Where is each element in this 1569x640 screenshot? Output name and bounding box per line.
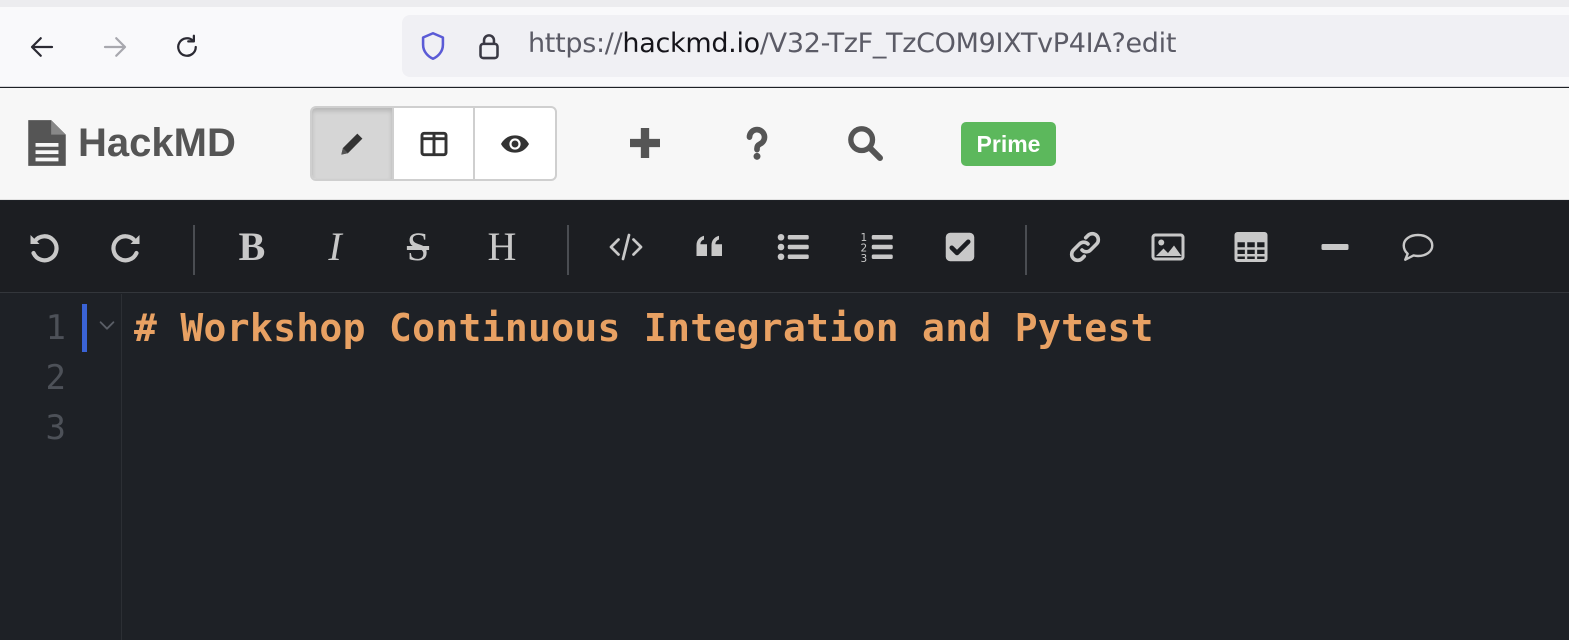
- app-header: HackMD Prime: [0, 88, 1569, 200]
- minus-icon: [1321, 244, 1349, 250]
- link-icon: [1069, 231, 1101, 263]
- heading-button[interactable]: H: [480, 225, 524, 269]
- undo-icon: [30, 234, 59, 263]
- browser-tabstrip: [0, 0, 1569, 7]
- file-icon: [28, 120, 66, 166]
- line-number: 3: [45, 408, 66, 448]
- help-icon: [746, 126, 768, 160]
- link-button[interactable]: [1063, 225, 1107, 269]
- new-note-button[interactable]: [620, 118, 670, 168]
- bold-icon: B: [238, 224, 266, 269]
- browser-navbar: https://hackmd.io/V32-TzF_TzCOM9IXTvP4IA…: [0, 7, 1569, 87]
- url-host: hackmd.io: [622, 28, 760, 59]
- lock-icon[interactable]: [472, 29, 506, 63]
- list-ul-icon: [777, 233, 809, 261]
- url-text[interactable]: https://hackmd.io/V32-TzF_TzCOM9IXTvP4IA…: [528, 28, 1176, 59]
- image-icon: [1151, 233, 1185, 261]
- edit-mode-button[interactable]: [312, 108, 394, 179]
- fold-chevron-icon[interactable]: [96, 314, 118, 336]
- toolbar-divider: [567, 225, 569, 275]
- numbered-list-button[interactable]: 123: [855, 225, 899, 269]
- code-button[interactable]: [604, 225, 648, 269]
- search-icon: [848, 126, 883, 161]
- view-mode-toggle: [310, 106, 557, 181]
- back-arrow-icon: [30, 37, 54, 57]
- svg-text:3: 3: [861, 253, 868, 265]
- help-button[interactable]: [732, 118, 782, 168]
- redo-button[interactable]: [104, 225, 148, 269]
- strikethrough-button[interactable]: S: [396, 225, 440, 269]
- italic-icon: I: [328, 224, 342, 269]
- horizontal-rule-button[interactable]: [1313, 225, 1357, 269]
- quote-icon: [696, 235, 722, 256]
- url-bar[interactable]: https://hackmd.io/V32-TzF_TzCOM9IXTvP4IA…: [402, 15, 1569, 77]
- comment-icon: [1402, 233, 1434, 261]
- bulleted-list-button[interactable]: [771, 225, 815, 269]
- list-ol-icon: 123: [861, 232, 893, 265]
- url-scheme: https://: [528, 28, 623, 59]
- url-path: /V32-TzF_TzCOM9IXTvP4IA?edit: [759, 28, 1177, 59]
- quote-button[interactable]: [688, 225, 732, 269]
- heading-icon: H: [487, 224, 517, 269]
- pencil-icon: [341, 133, 363, 155]
- shield-icon[interactable]: [416, 29, 450, 63]
- plus-icon: [630, 128, 660, 158]
- code-icon: [609, 233, 643, 261]
- line-number: 2: [45, 358, 66, 398]
- undo-button[interactable]: [22, 225, 66, 269]
- strikethrough-icon: S: [406, 224, 430, 269]
- comment-button[interactable]: [1396, 225, 1440, 269]
- eye-icon: [501, 134, 530, 153]
- view-mode-button[interactable]: [475, 108, 555, 179]
- checkbox-icon: [945, 232, 975, 262]
- split-mode-button[interactable]: [394, 108, 476, 179]
- search-button[interactable]: [840, 118, 890, 168]
- back-button[interactable]: [22, 27, 62, 67]
- columns-icon: [420, 131, 447, 156]
- table-button[interactable]: [1229, 225, 1273, 269]
- bold-button[interactable]: B: [230, 225, 274, 269]
- reload-icon: [177, 34, 197, 57]
- forward-arrow-icon: [103, 37, 127, 57]
- redo-icon: [111, 234, 140, 263]
- toolbar-divider: [1025, 225, 1027, 275]
- editor-line[interactable]: # Workshop Continuous Integration and Py…: [134, 306, 1154, 350]
- editor-toolbar: B I S H 123: [0, 201, 1569, 293]
- forward-button[interactable]: [95, 27, 135, 67]
- table-icon: [1234, 232, 1268, 262]
- prime-badge[interactable]: Prime: [961, 122, 1056, 166]
- checklist-button[interactable]: [938, 225, 982, 269]
- reload-button[interactable]: [167, 27, 207, 67]
- line-number: 1: [45, 308, 66, 348]
- brand-name: HackMD: [78, 120, 236, 165]
- active-line-marker: [82, 304, 87, 352]
- markdown-editor[interactable]: 1 2 3 # Workshop Continuous Integration …: [0, 294, 1569, 640]
- brand-logo[interactable]: HackMD: [26, 118, 236, 168]
- italic-button[interactable]: I: [313, 225, 357, 269]
- line-number-gutter: 1 2 3: [0, 294, 122, 640]
- toolbar-divider: [193, 225, 195, 275]
- image-button[interactable]: [1146, 225, 1190, 269]
